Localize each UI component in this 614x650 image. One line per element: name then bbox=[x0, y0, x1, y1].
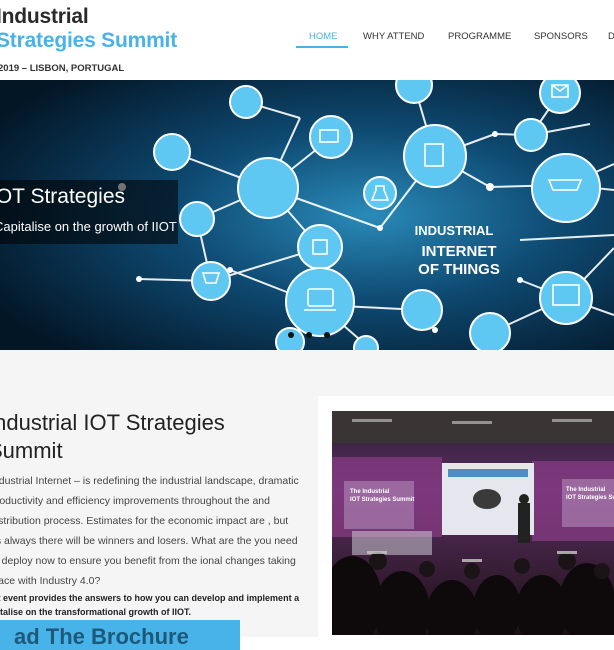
right-screen-title-2: IOT Strategies Sum bbox=[566, 495, 614, 501]
graphic-label-line3: OF THINGS bbox=[418, 261, 500, 278]
graphic-label-line2: INTERNET bbox=[422, 243, 497, 260]
slider-dot-3[interactable] bbox=[324, 332, 330, 338]
logo-title-line1[interactable]: Industrial bbox=[0, 5, 89, 29]
hero-caption-subtitle: Capitalise on the growth of IIOT bbox=[0, 219, 177, 234]
event-date-location: 2019 – LISBON, PORTUGAL bbox=[0, 63, 125, 74]
conference-photo: The Industrial IOT Strategies Summit The… bbox=[332, 411, 614, 635]
left-screen-title-2: IOT Strategies Summit bbox=[350, 497, 414, 503]
download-brochure-label: ad The Brochure bbox=[14, 624, 189, 649]
nav-item-sponsors[interactable]: SPONSORS bbox=[534, 31, 588, 42]
download-brochure-button[interactable]: ad The Brochure bbox=[0, 620, 240, 650]
slider-dot-2[interactable] bbox=[306, 332, 312, 338]
right-screen-title: The Industrial bbox=[566, 487, 606, 493]
nav-item-programme[interactable]: PROGRAMME bbox=[448, 31, 511, 42]
hero-slider[interactable]: INDUSTRIAL INTERNET OF THINGS IOT Strate… bbox=[0, 80, 614, 350]
graphic-label-line1: INDUSTRIAL bbox=[415, 223, 494, 238]
site-header: Industrial Strategies Summit 2019 – LISB… bbox=[0, 0, 614, 80]
nav-active-indicator bbox=[296, 46, 348, 48]
intro-heading: Industrial IOT Strategies Summit bbox=[0, 410, 225, 463]
left-screen-title: The Industrial bbox=[350, 489, 390, 495]
main-nav: HOME WHY ATTEND PROGRAMME SPONSORS D bbox=[0, 31, 614, 51]
nav-item-why-attend[interactable]: WHY ATTEND bbox=[363, 31, 424, 42]
conference-photo-graphic: The Industrial IOT Strategies Summit The… bbox=[332, 411, 614, 635]
nav-item-home[interactable]: HOME bbox=[309, 31, 338, 42]
hero-caption-title: IOT Strategies bbox=[0, 185, 126, 208]
intro-paragraph: Industrial Internet – is redefining the … bbox=[0, 475, 299, 587]
slider-dot-1[interactable] bbox=[288, 332, 294, 338]
nav-item-truncated[interactable]: D bbox=[608, 31, 614, 42]
intro-bold-text: nt event provides the answers to how you… bbox=[0, 593, 300, 617]
